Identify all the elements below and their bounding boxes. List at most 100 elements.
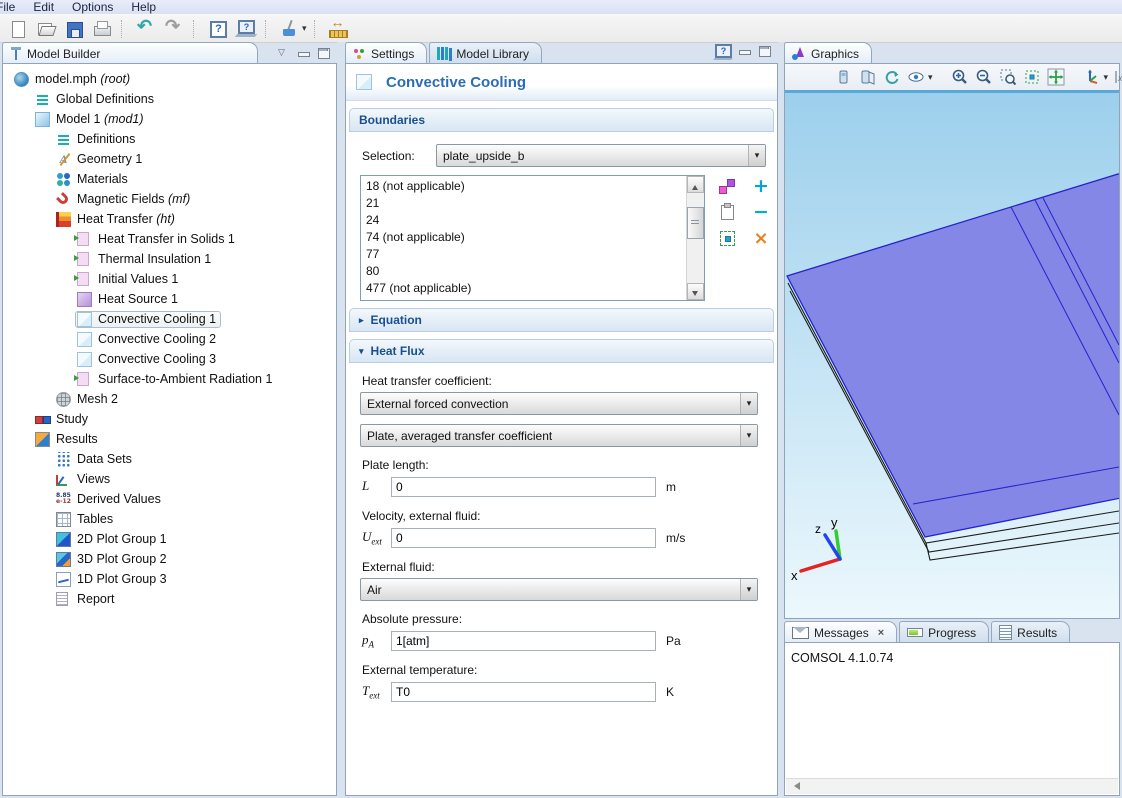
tab-results[interactable]: Results [991,621,1070,643]
boundary-list-item[interactable]: 21 [361,195,686,212]
scrollbar-thumb[interactable] [687,207,704,239]
panel-help-icon[interactable] [714,44,732,60]
save-icon[interactable] [63,18,85,40]
open-icon[interactable] [35,18,57,40]
tree-item-2d-plot-group-1[interactable]: 2D Plot Group 1 [3,529,336,549]
minimize-icon[interactable] [738,46,752,58]
tab-messages[interactable]: Messages × [784,621,897,643]
velocity-input[interactable] [391,528,656,548]
measure-icon[interactable] [328,18,350,40]
horizontal-scrollbar[interactable] [786,778,1118,794]
external-temperature-input[interactable] [391,682,656,702]
coefficient-type-dropdown[interactable]: External forced convection ▾ [360,392,758,415]
tab-model-library[interactable]: Model Library [429,42,542,64]
zoom-selected-icon[interactable] [1023,67,1041,87]
menu-file[interactable]: File [0,0,24,14]
coefficient-model-dropdown[interactable]: Plate, averaged transfer coefficient ▾ [360,424,758,447]
tree-item-model-1[interactable]: Model 1 (mod1) [3,109,336,129]
tree-item-surface-to-ambient-radiation-1[interactable]: Surface-to-Ambient Radiation 1 [3,369,336,389]
print-icon[interactable] [91,18,113,40]
undo-icon[interactable] [135,18,157,40]
dropdown-arrow-icon[interactable] [277,48,291,60]
tab-progress[interactable]: Progress [899,621,989,643]
chevron-down-icon[interactable]: ▾ [302,23,307,34]
menu-edit[interactable]: Edit [24,0,63,14]
tree-item-results[interactable]: Results [3,429,336,449]
tree-item-derived-values[interactable]: Derived Values [3,489,336,509]
go-to-view-icon[interactable] [1083,67,1101,87]
menu-help[interactable]: Help [122,0,165,14]
tree-item-convective-cooling-3[interactable]: Convective Cooling 3 [3,349,336,369]
tree-item-definitions[interactable]: Definitions [3,129,336,149]
visibility-icon[interactable] [907,67,925,87]
tree-item-mesh-2[interactable]: Mesh 2 [3,389,336,409]
tree-item-heat-source-1[interactable]: Heat Source 1 [3,289,336,309]
zoom-extents-icon[interactable] [1047,67,1065,87]
model-builder-tab[interactable]: Model Builder [2,42,258,64]
active-selection-icon[interactable] [716,175,738,197]
section-heat-flux[interactable]: ▾ Heat Flux [349,339,774,363]
listbox-scrollbar[interactable] [686,176,704,300]
tree-item-initial-values-1[interactable]: Initial Values 1 [3,269,336,289]
maximize-icon[interactable] [317,48,331,60]
boundary-list-item[interactable]: 18 (not applicable) [361,178,686,195]
xy-view-icon[interactable]: xy [1114,67,1122,87]
redo-icon[interactable] [163,18,185,40]
tab-settings[interactable]: Settings [345,42,427,64]
tree-item-convective-cooling-1[interactable]: Convective Cooling 1 [3,309,336,329]
tree-item-1d-plot-group-3[interactable]: 1D Plot Group 3 [3,569,336,589]
boundary-list-item[interactable]: 77 [361,246,686,263]
panel-sash[interactable] [337,42,345,798]
tree-item-data-sets[interactable]: Data Sets [3,449,336,469]
paste-selection-icon[interactable] [716,201,738,223]
context-help-icon[interactable] [235,18,257,40]
zoom-box-icon[interactable] [999,67,1017,87]
tab-graphics[interactable]: Graphics [784,42,872,64]
chevron-down-icon[interactable]: ▾ [928,72,933,83]
section-equation[interactable]: ▸ Equation [349,308,774,332]
tree-item-heat-transfer[interactable]: Heat Transfer (ht) [3,209,336,229]
boundary-list-item[interactable]: 74 (not applicable) [361,229,686,246]
selection-dropdown[interactable]: plate_upside_b ▾ [436,144,766,167]
minimize-icon[interactable] [297,48,311,60]
tree-item-model-mph[interactable]: model.mph (root) [3,69,336,89]
graphics-canvas[interactable]: x y z [785,90,1119,618]
chevron-down-icon[interactable]: ▾ [1104,72,1109,83]
clear-selection-icon[interactable] [750,227,772,249]
plate-length-input[interactable] [391,477,656,497]
tree-item-views[interactable]: Views [3,469,336,489]
boundary-list-item[interactable]: 24 [361,212,686,229]
boundary-list-item[interactable]: 80 [361,263,686,280]
help-icon[interactable] [207,18,229,40]
boundary-list-item[interactable]: 477 (not applicable) [361,280,686,297]
tree-item-tables[interactable]: Tables [3,509,336,529]
scroll-up-icon[interactable] [687,176,704,193]
tree-item-global-definitions[interactable]: Global Definitions [3,89,336,109]
tree-item-study[interactable]: Study [3,409,336,429]
clear-all-icon[interactable] [279,18,301,40]
scroll-down-icon[interactable] [687,283,704,300]
tree-item-magnetic-fields[interactable]: Magnetic Fields (mf) [3,189,336,209]
scroll-left-icon[interactable] [786,779,801,794]
close-icon[interactable]: × [878,627,884,639]
tree-item-report[interactable]: Report [3,589,336,609]
zoom-out-icon[interactable] [975,67,993,87]
tree-item-heat-transfer-in-solids-1[interactable]: Heat Transfer in Solids 1 [3,229,336,249]
zoom-to-selection-icon[interactable] [716,227,738,249]
boundary-listbox[interactable]: 18 (not applicable)212474 (not applicabl… [360,175,705,301]
tree-item-thermal-insulation-1[interactable]: Thermal Insulation 1 [3,249,336,269]
external-fluid-dropdown[interactable]: Air ▾ [360,578,758,601]
absolute-pressure-input[interactable] [391,631,656,651]
rotate-view-icon[interactable] [883,67,901,87]
remove-from-selection-icon[interactable] [750,201,772,223]
transparency-icon[interactable] [859,67,877,87]
tree-item-geometry-1[interactable]: Geometry 1 [3,149,336,169]
new-file-icon[interactable] [7,18,29,40]
maximize-icon[interactable] [758,46,772,58]
section-boundaries[interactable]: Boundaries [349,108,774,132]
tree-item-convective-cooling-2[interactable]: Convective Cooling 2 [3,329,336,349]
zoom-in-icon[interactable] [951,67,969,87]
add-to-selection-icon[interactable] [750,175,772,197]
tree-item-materials[interactable]: Materials [3,169,336,189]
menu-options[interactable]: Options [63,0,122,14]
